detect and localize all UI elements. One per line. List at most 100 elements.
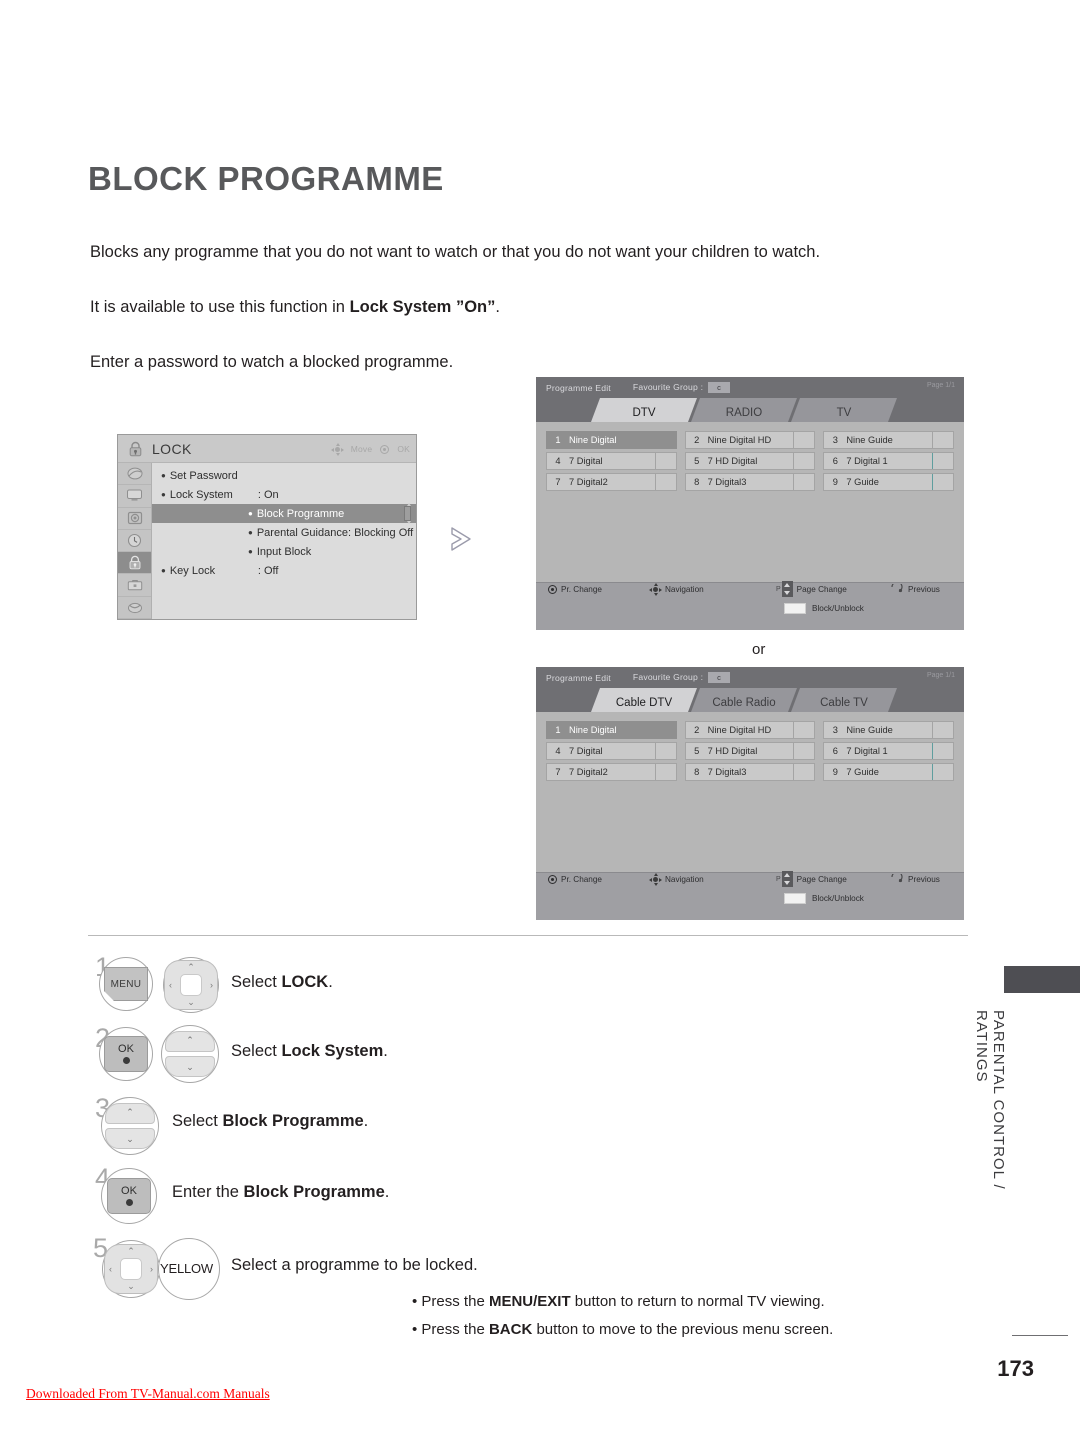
bullet-icon: ● xyxy=(248,509,253,518)
tab-dtv[interactable]: DTV xyxy=(591,398,697,422)
down-button[interactable]: ⌄ xyxy=(105,1128,155,1149)
programme-cell[interactable]: 7 7 Digital2 xyxy=(546,763,677,781)
block-indicator xyxy=(654,764,676,780)
programme-cell[interactable]: 8 7 Digital3 xyxy=(684,763,816,781)
scroll-thumb[interactable] xyxy=(404,503,411,524)
step3-text: Select Block Programme. xyxy=(172,1112,368,1131)
tab-cable-dtv[interactable]: Cable DTV xyxy=(591,688,697,712)
favourite-group-value[interactable]: c xyxy=(708,672,731,684)
step4-text-bold: Block Programme xyxy=(243,1183,385,1201)
programme-cell[interactable]: 6 7 Digital 1 xyxy=(823,742,954,760)
programme-cell[interactable]: 2 Nine Digital HD xyxy=(684,431,816,449)
intro-line-2-text: It is available to use this function in xyxy=(90,298,350,316)
programme-name: 7 Digital xyxy=(569,456,603,466)
chevron-right-icon xyxy=(448,524,476,554)
programme-cell[interactable]: 9 7 Guide xyxy=(823,763,954,781)
note-post: button to return to normal TV viewing. xyxy=(570,1293,825,1310)
ok-button-dot xyxy=(125,1199,133,1206)
programme-edit-title: Programme Edit xyxy=(546,672,611,683)
download-source-link[interactable]: Downloaded From TV-Manual.com Manuals xyxy=(26,1386,270,1402)
dpad-navigation-1[interactable]: ⌃ ⌄ ‹ › xyxy=(164,960,218,1010)
programme-cell[interactable]: 4 7 Digital xyxy=(546,742,677,760)
lock-item-key-lock[interactable]: ● Key Lock : Off xyxy=(152,561,416,580)
programme-cell[interactable]: 2 Nine Digital HD xyxy=(684,721,816,739)
block-indicator xyxy=(793,432,814,448)
dpad-left-icon: ‹ xyxy=(169,980,172,990)
page-prefix: P xyxy=(776,875,781,883)
hint-label: Previous xyxy=(908,874,940,884)
hint-label: Previous xyxy=(908,584,940,594)
tab-tv[interactable]: TV xyxy=(791,398,897,422)
step2-text-bold: Lock System xyxy=(281,1042,384,1060)
tab-cable-radio[interactable]: Cable Radio xyxy=(691,688,797,712)
programme-cell[interactable]: 7 7 Digital2 xyxy=(546,473,677,491)
updown-buttons-3[interactable]: ⌃ ⌄ xyxy=(105,1103,155,1149)
ok-button-4[interactable]: OK xyxy=(107,1178,151,1214)
updown-buttons-2[interactable]: ⌃ ⌄ xyxy=(165,1031,215,1077)
lock-item-label: Key Lock xyxy=(169,564,216,577)
lock-item-parental-guidance[interactable]: ● Parental Guidance: Blocking Off xyxy=(152,523,416,542)
rail-item-time[interactable] xyxy=(118,530,151,553)
down-button[interactable]: ⌄ xyxy=(165,1056,215,1077)
step1-text-bold: LOCK xyxy=(281,973,329,991)
lock-item-input-block[interactable]: ● Input Block xyxy=(152,542,416,561)
block-indicator xyxy=(654,743,676,759)
programme-name: Nine Digital HD xyxy=(707,435,772,445)
hint-label: Navigation xyxy=(665,874,704,884)
dpad-down-icon: ⌄ xyxy=(127,1281,135,1291)
rail-item-audio[interactable] xyxy=(118,508,151,530)
rail-item-picture[interactable] xyxy=(118,463,151,486)
programme-cell[interactable]: 8 7 Digital3 xyxy=(684,473,816,491)
page-change-icon: P xyxy=(776,871,793,887)
favourite-group-value[interactable]: c xyxy=(708,382,731,394)
programme-cell[interactable]: 9 7 Guide xyxy=(823,473,954,491)
rail-item-option[interactable] xyxy=(118,574,151,597)
lock-item-set-password[interactable]: ● Set Password xyxy=(152,466,416,485)
programme-cell[interactable]: 5 7 HD Digital xyxy=(684,452,816,470)
up-button[interactable]: ⌃ xyxy=(105,1103,155,1124)
rail-item-usb[interactable] xyxy=(118,597,151,619)
lock-item-lock-system[interactable]: ● Lock System : On xyxy=(152,485,416,504)
programme-cell[interactable]: 1 Nine Digital xyxy=(546,431,677,449)
back-icon xyxy=(888,580,904,595)
dpad-center[interactable] xyxy=(180,974,202,996)
side-rule xyxy=(1012,1335,1068,1336)
dpad-right-icon: › xyxy=(210,980,213,990)
step4-text-tail: . xyxy=(384,1183,390,1201)
programme-cell[interactable]: 1 Nine Digital xyxy=(546,721,677,739)
page-prefix: P xyxy=(776,585,781,593)
programme-cell[interactable]: 5 7 HD Digital xyxy=(684,742,816,760)
page-number: 173 xyxy=(997,1356,1034,1381)
programme-cell[interactable]: 4 7 Digital xyxy=(546,452,677,470)
dpad-center[interactable] xyxy=(120,1258,142,1280)
programme-number: 6 xyxy=(832,746,838,756)
programme-cell[interactable]: 6 7 Digital 1 xyxy=(823,452,954,470)
tab-radio[interactable]: RADIO xyxy=(691,398,797,422)
programme-cell[interactable]: 3 Nine Guide xyxy=(823,431,954,449)
programme-cell[interactable]: 3 Nine Guide xyxy=(823,721,954,739)
lock-item-block-programme[interactable]: ● Block Programme xyxy=(152,503,416,524)
step3-text-plain: Select xyxy=(172,1112,223,1130)
step4-text: Enter the Block Programme. xyxy=(172,1183,389,1202)
hint-label: Page Change xyxy=(796,874,847,884)
yellow-key-icon xyxy=(784,602,806,614)
programme-number: 2 xyxy=(694,725,700,735)
hint-label: Page Change xyxy=(796,584,847,594)
rail-item-screen[interactable] xyxy=(118,485,151,508)
tv-screen-cable: Programme Edit Favourite Group : c Page 1… xyxy=(536,667,964,920)
dpad-navigation-5[interactable]: ⌃ ⌄ ‹ › xyxy=(104,1244,158,1294)
programme-name: 7 HD Digital xyxy=(707,746,758,756)
page-change-icon: P xyxy=(776,581,793,597)
pr-change-icon xyxy=(548,584,557,594)
hint-label: Pr. Change xyxy=(561,584,602,594)
tab-cable-tv[interactable]: Cable TV xyxy=(791,688,897,712)
programme-name: 7 Digital3 xyxy=(707,477,747,487)
menu-button[interactable]: MENU xyxy=(104,967,148,1001)
block-indicator xyxy=(654,474,676,490)
rail-item-lock[interactable] xyxy=(118,552,151,575)
programme-name: Nine Digital HD xyxy=(707,725,772,735)
up-button[interactable]: ⌃ xyxy=(165,1031,215,1052)
ok-button-2[interactable]: OK xyxy=(104,1036,148,1072)
hint-page-change: P Page Change xyxy=(776,871,847,887)
page-indicator: Page 1/1 xyxy=(926,672,955,679)
